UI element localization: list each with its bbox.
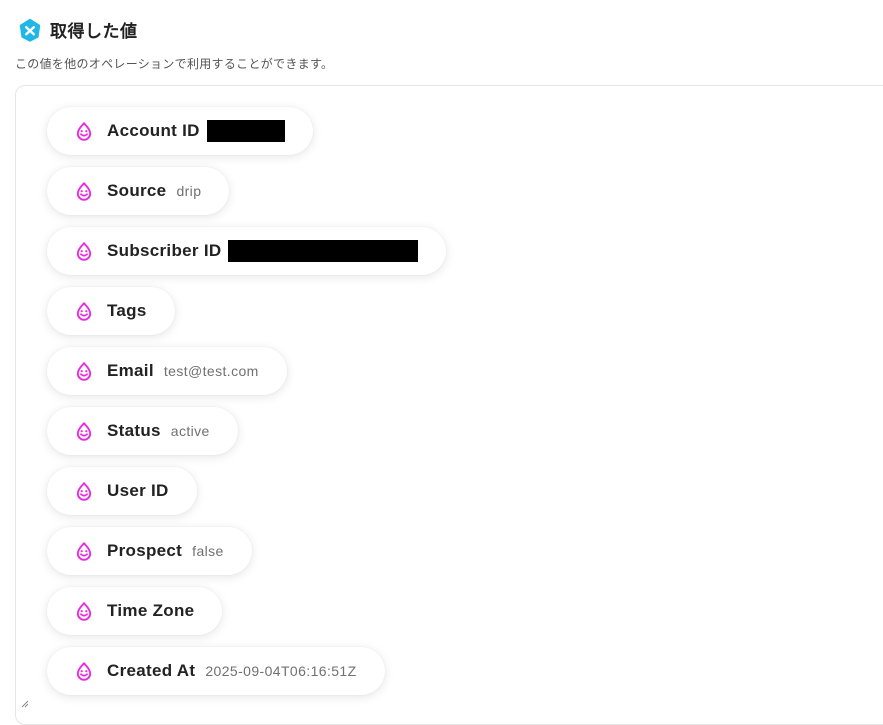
drip-icon xyxy=(76,302,92,321)
section-title: 取得した値 xyxy=(50,22,138,41)
chip-label: Time Zone xyxy=(107,601,195,620)
redacted-value xyxy=(206,120,285,142)
value-chip-row: Created At 2025-09-04T06:16:51Z xyxy=(47,647,867,707)
chip-label: Source xyxy=(107,181,167,200)
chip-label: Created At xyxy=(107,661,196,680)
value-chip[interactable]: User ID xyxy=(47,467,197,515)
value-chip[interactable]: Tags xyxy=(47,287,175,335)
value-chip[interactable]: Prospect false xyxy=(47,527,252,575)
drip-icon xyxy=(76,482,92,501)
resize-handle-icon[interactable] xyxy=(21,700,29,708)
value-chip[interactable]: Email test@test.com xyxy=(47,347,287,395)
drip-icon xyxy=(76,602,92,621)
value-chip-row: User ID xyxy=(47,467,867,527)
value-chip[interactable]: Source drip xyxy=(47,167,230,215)
chip-label: User ID xyxy=(107,481,169,500)
value-chip-row: Time Zone xyxy=(47,587,867,647)
drip-icon xyxy=(76,122,92,141)
value-chip[interactable]: Time Zone xyxy=(47,587,223,635)
value-chip[interactable]: Subscriber ID xyxy=(47,227,447,275)
value-chip-row: Subscriber ID xyxy=(47,227,867,287)
value-chip-row: Status active xyxy=(47,407,867,467)
section-description: この値を他のオペレーションで利用することができます。 xyxy=(15,57,334,71)
value-chip[interactable]: Status active xyxy=(47,407,238,455)
chip-label: Subscriber ID xyxy=(107,241,222,260)
chip-value: false xyxy=(192,543,224,559)
chip-label: Status xyxy=(107,421,161,440)
chip-value: 2025-09-04T06:16:51Z xyxy=(205,663,357,679)
value-chip[interactable]: Account ID xyxy=(47,107,313,155)
value-chip-row: Source drip xyxy=(47,167,867,227)
value-chip-row: Tags xyxy=(47,287,867,347)
drip-icon xyxy=(76,182,92,201)
yoom-hexagon-icon xyxy=(19,18,41,42)
section-header: 取得した値 xyxy=(18,17,138,42)
chip-label: Tags xyxy=(107,301,147,320)
drip-icon xyxy=(76,662,92,681)
value-chip-row: Account ID xyxy=(47,107,867,167)
chip-value: active xyxy=(170,423,210,439)
redacted-value xyxy=(228,240,419,262)
chip-label: Email xyxy=(107,361,154,380)
value-chip-list: Account ID Source drip Subscriber ID Tags Ema… xyxy=(47,107,867,707)
chip-value: test@test.com xyxy=(163,363,259,379)
chip-label: Account ID xyxy=(107,121,200,140)
drip-icon xyxy=(76,362,92,381)
chip-label: Prospect xyxy=(107,541,183,560)
drip-icon xyxy=(76,422,92,441)
drip-icon xyxy=(76,542,92,561)
drip-icon xyxy=(76,242,92,261)
value-chip-row: Prospect false xyxy=(47,527,867,587)
value-chip-row: Email test@test.com xyxy=(47,347,867,407)
chip-value: drip xyxy=(176,183,202,199)
value-chip[interactable]: Created At 2025-09-04T06:16:51Z xyxy=(47,647,385,695)
